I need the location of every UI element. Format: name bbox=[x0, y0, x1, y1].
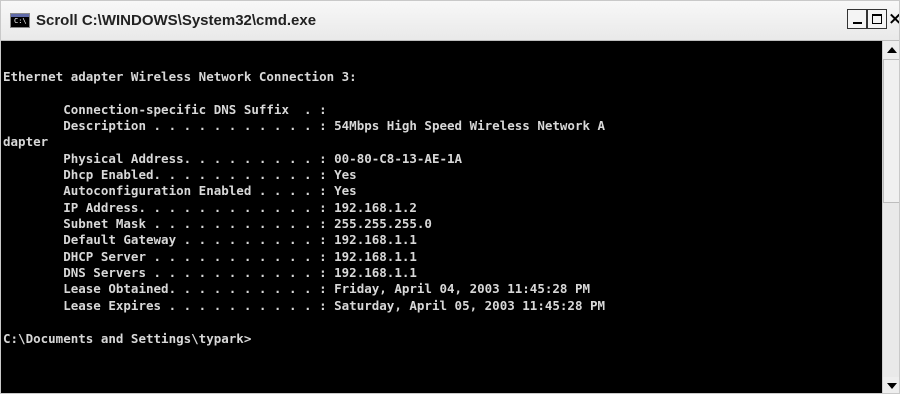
console-line: Autoconfiguration Enabled . . . . : Yes bbox=[3, 183, 357, 199]
vertical-scrollbar[interactable] bbox=[882, 41, 899, 393]
console-line: C:\Documents and Settings\typark> bbox=[3, 330, 252, 346]
close-icon: × bbox=[888, 9, 899, 29]
console-line: Subnet Mask . . . . . . . . . . . : 255.… bbox=[3, 216, 432, 232]
minimize-button[interactable] bbox=[847, 9, 867, 29]
scroll-up-button[interactable] bbox=[883, 41, 899, 59]
console-line: DNS Servers . . . . . . . . . . . : 192.… bbox=[3, 265, 417, 281]
console-line: DHCP Server . . . . . . . . . . . : 192.… bbox=[3, 248, 417, 264]
scrollbar-thumb[interactable] bbox=[883, 59, 899, 203]
console-line: Description . . . . . . . . . . . : 54Mb… bbox=[3, 118, 606, 134]
console-line: Dhcp Enabled. . . . . . . . . . . : Yes bbox=[3, 167, 357, 183]
window-title: Scroll C:\WINDOWS\System32\cmd.exe bbox=[36, 12, 317, 29]
console-text: Ethernet adapter Wireless Network Connec… bbox=[3, 69, 882, 347]
title-bar[interactable]: C:\ Scroll C:\WINDOWS\System32\cmd.exe × bbox=[1, 1, 899, 41]
arrow-down-icon bbox=[887, 383, 897, 389]
command-prompt-window: C:\ Scroll C:\WINDOWS\System32\cmd.exe ×… bbox=[0, 0, 900, 394]
console-line: Ethernet adapter Wireless Network Connec… bbox=[3, 69, 357, 84]
app-icon-text: C:\ bbox=[14, 17, 27, 25]
console-line: dapter bbox=[3, 134, 49, 150]
console-line: Connection-specific DNS Suffix . : bbox=[3, 101, 327, 117]
minimize-icon bbox=[853, 22, 862, 24]
maximize-icon bbox=[872, 14, 882, 24]
close-button[interactable]: × bbox=[888, 9, 899, 29]
console-line: Physical Address. . . . . . . . . : 00-8… bbox=[3, 150, 463, 166]
console-line: Lease Expires . . . . . . . . . . : Satu… bbox=[3, 297, 606, 313]
console-output[interactable]: Ethernet adapter Wireless Network Connec… bbox=[1, 41, 882, 393]
console-app-icon[interactable]: C:\ bbox=[10, 13, 30, 28]
console-line: Default Gateway . . . . . . . . . : 192.… bbox=[3, 232, 417, 248]
console-line: Lease Obtained. . . . . . . . . . : Frid… bbox=[3, 281, 590, 297]
arrow-up-icon bbox=[887, 47, 897, 53]
console-line: IP Address. . . . . . . . . . . . : 192.… bbox=[3, 199, 417, 215]
scroll-down-button[interactable] bbox=[883, 377, 899, 393]
maximize-button[interactable] bbox=[867, 9, 887, 29]
